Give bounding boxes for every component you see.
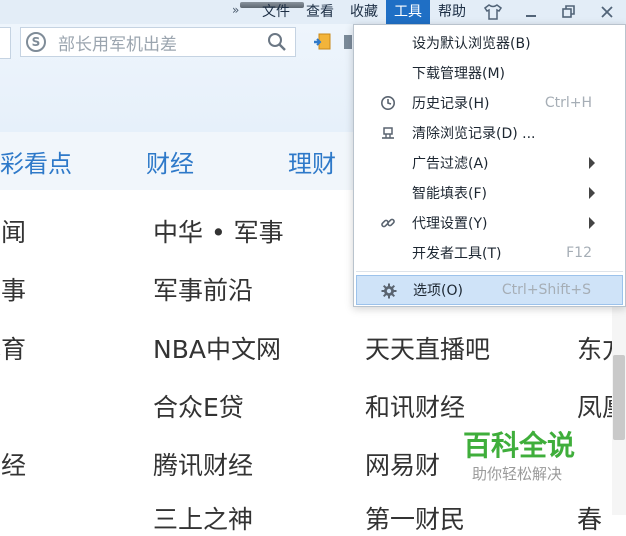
menu-item-history[interactable]: 历史记录(H) Ctrl+H (354, 88, 625, 118)
link-caijing[interactable]: 财经 (0, 446, 26, 482)
submenu-arrow-icon (589, 217, 595, 229)
tab-highlights[interactable]: 精彩看点 (0, 144, 72, 179)
submenu-arrow-icon (589, 157, 595, 169)
menu-item-devtools[interactable]: 开发者工具(T) F12 (354, 238, 625, 268)
close-icon (601, 6, 613, 18)
tools-dropdown-menu: 设为默认浏览器(B) 下载管理器(M) 历史记录(H) Ctrl+H 清除浏览记… (353, 24, 626, 307)
link-bao[interactable]: 宝 (0, 388, 1, 424)
menu-item-shortcut: F12 (566, 245, 592, 261)
menu-view[interactable]: 查看 (298, 0, 342, 24)
menu-item-ad-filter[interactable]: 广告过滤(A) (354, 148, 625, 178)
menu-separator (356, 271, 623, 272)
bookmark-import-icon[interactable] (313, 32, 333, 52)
menu-item-label: 开发者工具(T) (412, 246, 502, 262)
clock-icon (381, 96, 395, 110)
link-nba[interactable]: NBA中文网 (153, 330, 281, 366)
menu-item-label: 选项(O) (413, 283, 463, 299)
close-button[interactable] (588, 0, 626, 24)
link-news[interactable]: 新闻 (0, 213, 26, 249)
menu-item-options[interactable]: 选项(O) Ctrl+Shift+S (356, 275, 623, 305)
menu-item-autofill[interactable]: 智能填表(F) (354, 178, 625, 208)
restore-button[interactable] (550, 0, 588, 24)
minimize-button[interactable] (512, 0, 550, 24)
link-military-frontier[interactable]: 军事前沿 (153, 271, 253, 307)
menu-file[interactable]: 文件 (254, 0, 298, 24)
menu-item-label: 设为默认浏览器(B) (412, 36, 531, 52)
link-icon (381, 218, 395, 228)
menu-favorites[interactable]: 收藏 (342, 0, 386, 24)
menu-tools[interactable]: 工具 (386, 0, 430, 24)
link-netease-finance[interactable]: 网易财 (365, 446, 440, 482)
submenu-arrow-icon (589, 187, 595, 199)
search-placeholder: 部长用军机出差 (58, 34, 177, 55)
shirt-icon (484, 4, 502, 20)
link-tiantian[interactable]: 天天直播吧 (365, 330, 490, 366)
link-military[interactable]: 军事 (0, 271, 26, 307)
menu-item-label: 下载管理器(M) (412, 66, 506, 82)
menu-strip: 文件 查看 收藏 工具 帮助 (254, 0, 626, 24)
menu-overflow-chevron[interactable]: » (232, 3, 239, 17)
scrollbar-thumb[interactable] (613, 355, 625, 440)
menu-item-default-browser[interactable]: 设为默认浏览器(B) (354, 28, 625, 58)
skin-button[interactable] (474, 0, 512, 24)
watermark-title: 百科全说 (463, 429, 576, 462)
menu-item-label: 清除浏览记录(D) ... (412, 126, 536, 142)
restore-icon (562, 5, 575, 18)
tab-wealth[interactable]: 理财 (288, 144, 336, 179)
search-engine-icon[interactable]: S (26, 32, 46, 52)
link-hexun[interactable]: 和讯财经 (365, 388, 465, 424)
tab-finance[interactable]: 财经 (146, 144, 194, 179)
menu-item-label: 智能填表(F) (412, 186, 487, 202)
link-row6-col2[interactable]: 三上之神 (153, 500, 253, 536)
link-row6-col1[interactable]: 篮 (0, 500, 1, 536)
link-row6-col3[interactable]: 第一财民 (365, 500, 465, 536)
watermark-subtitle: 助你轻松解决 (472, 465, 563, 483)
address-bar[interactable] (0, 27, 11, 59)
menu-item-clear-history[interactable]: 清除浏览记录(D) ... (354, 118, 625, 148)
link-sports[interactable]: 体育 (0, 330, 26, 366)
menu-item-download-manager[interactable]: 下载管理器(M) (354, 58, 625, 88)
minimize-icon (526, 15, 536, 17)
link-row6-col4[interactable]: 春 (577, 500, 602, 536)
menu-item-label: 代理设置(Y) (412, 216, 488, 232)
search-icon[interactable] (267, 32, 287, 52)
menu-item-proxy[interactable]: 代理设置(Y) (354, 208, 625, 238)
menu-item-label: 历史记录(H) (412, 96, 490, 112)
eraser-icon (382, 127, 394, 139)
link-tencent-finance[interactable]: 腾讯财经 (153, 446, 253, 482)
search-input[interactable]: S 部长用军机出差 (20, 27, 296, 57)
link-china-military[interactable]: 中华 • 军事 (153, 213, 284, 249)
menu-item-shortcut: Ctrl+Shift+S (501, 282, 591, 298)
link-hezhong[interactable]: 合众E贷 (153, 388, 244, 424)
menu-item-shortcut: Ctrl+H (544, 95, 592, 111)
menu-item-label: 广告过滤(A) (412, 156, 489, 172)
menu-help[interactable]: 帮助 (430, 0, 474, 24)
menu-bar: » 文件 查看 收藏 工具 帮助 (0, 0, 626, 24)
gear-icon (381, 283, 397, 299)
